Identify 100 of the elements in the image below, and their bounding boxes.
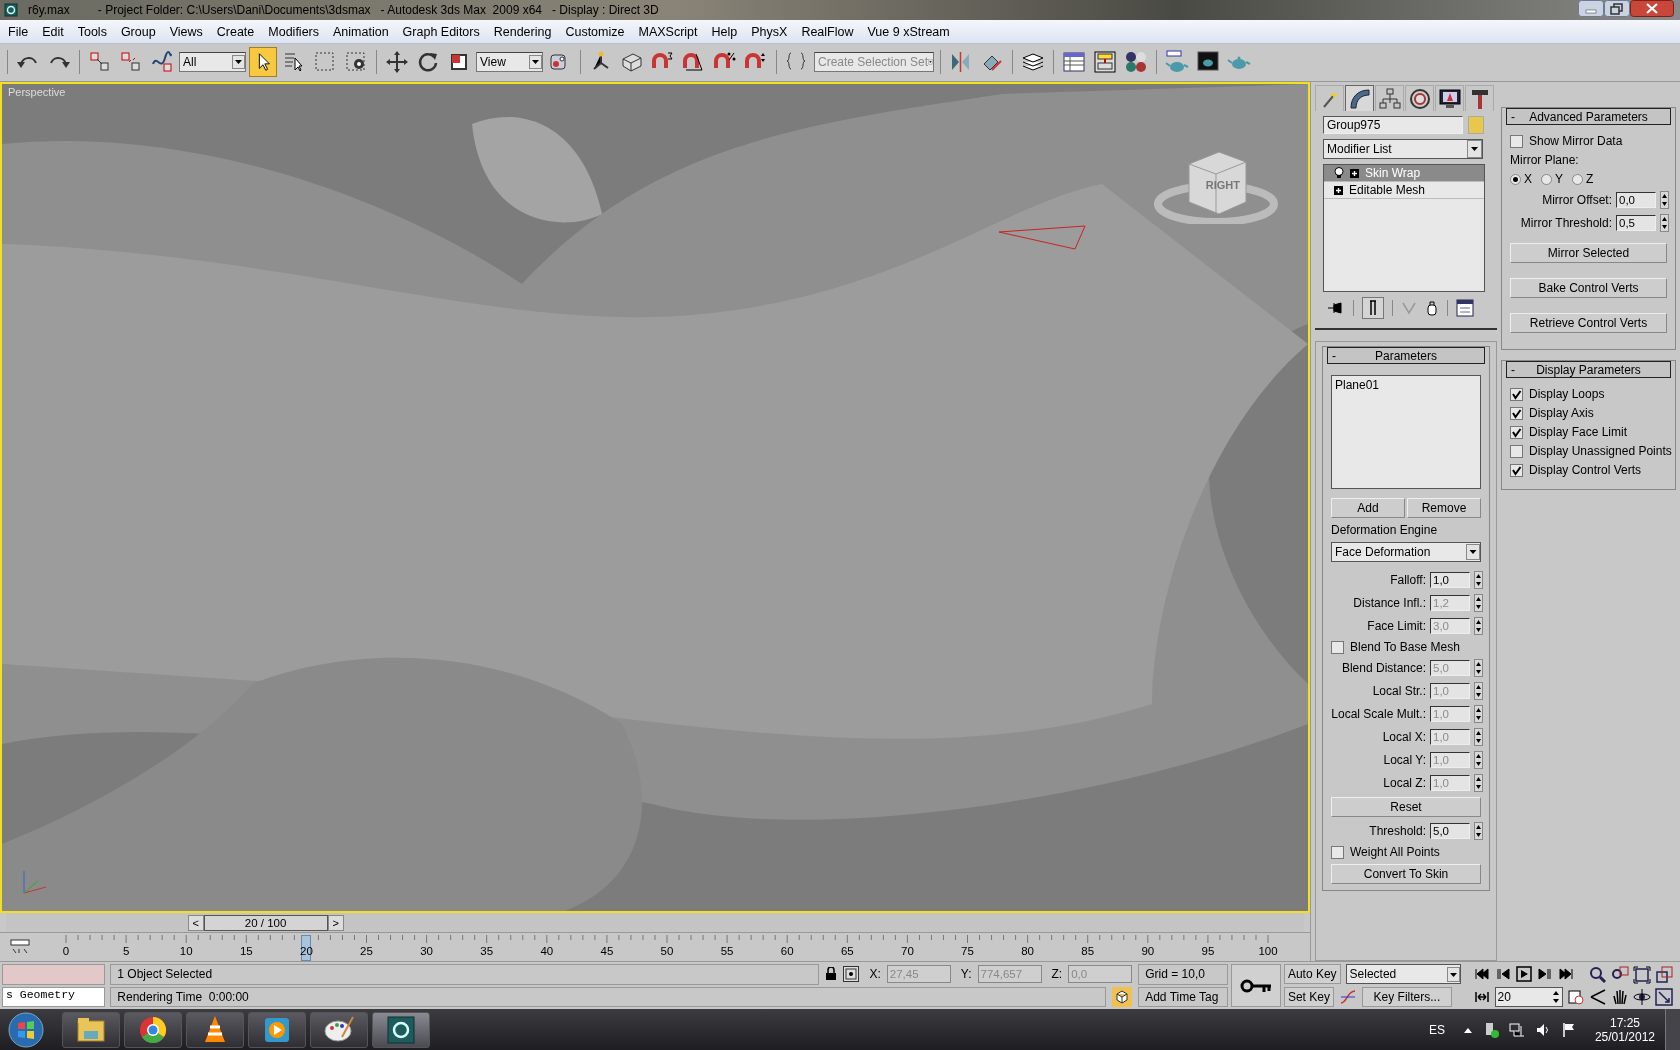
zoom-icon[interactable] (1588, 965, 1607, 984)
checkbox[interactable] (1510, 134, 1523, 148)
menu-item[interactable]: Rendering (493, 24, 552, 39)
play-icon[interactable] (1515, 966, 1532, 983)
menu-item[interactable]: Views (169, 24, 203, 39)
modifier-stack-item[interactable]: Editable Mesh (1324, 182, 1484, 199)
taskbar-button[interactable] (124, 1011, 182, 1048)
list-item[interactable]: Plane01 (1335, 378, 1477, 392)
panel-tab[interactable] (1345, 85, 1374, 111)
spinner-arrows-icon[interactable] (1474, 571, 1483, 589)
collapse-toggle[interactable]: - (1507, 109, 1525, 124)
panel-button[interactable]: Bake Control Verts (1510, 278, 1667, 298)
rollout-header[interactable]: - Advanced Parameters (1506, 108, 1671, 125)
number-field[interactable]: 0,0 (1616, 192, 1656, 208)
deformation-engine-dropdown[interactable]: Face Deformation (1331, 542, 1481, 562)
spinner-arrows-icon[interactable] (1474, 728, 1483, 746)
maxscript-listener-field[interactable]: s Geometry (2, 986, 106, 1007)
auto-key-button[interactable]: Auto Key (1283, 964, 1341, 985)
spinner-arrows-icon[interactable] (1660, 214, 1669, 232)
checkbox[interactable] (1510, 444, 1523, 458)
go-to-start-icon[interactable] (1473, 966, 1490, 983)
number-field[interactable]: 0,5 (1616, 215, 1656, 231)
flag-icon[interactable] (1560, 1021, 1577, 1038)
pan-hand-icon[interactable] (1610, 987, 1629, 1006)
show-end-result-button[interactable] (1362, 297, 1384, 319)
rollout-header[interactable]: - Parameters (1327, 347, 1485, 364)
collapse-toggle[interactable]: - (1507, 362, 1525, 377)
maximize-viewport-icon[interactable] (1654, 987, 1673, 1006)
taskbar-button[interactable] (248, 1011, 306, 1048)
current-frame-field[interactable]: 20 (1494, 986, 1563, 1007)
menu-item[interactable]: Tools (77, 24, 107, 39)
restore-icon[interactable] (1604, 0, 1630, 17)
pin-icon[interactable] (1327, 299, 1345, 317)
remove-button[interactable]: Remove (1407, 498, 1481, 518)
previous-frame-button[interactable]: < (187, 914, 204, 931)
menu-item[interactable]: Customize (565, 24, 625, 39)
tangent-curve-icon[interactable] (1338, 987, 1357, 1006)
set-key-button[interactable] (1231, 964, 1281, 1007)
panel-button[interactable]: Retrieve Control Verts (1510, 313, 1667, 333)
number-field[interactable]: 1,0 (1430, 572, 1470, 588)
menu-item[interactable]: Graph Editors (402, 24, 480, 39)
object-color-swatch[interactable] (1468, 116, 1484, 134)
key-mode-dropdown[interactable]: Selected (1345, 964, 1461, 985)
radio-button[interactable] (1572, 173, 1584, 185)
object-name-field[interactable]: Group975 (1323, 116, 1463, 134)
time-slider-thumb[interactable]: 20 / 100 (203, 914, 328, 931)
collapse-toggle[interactable]: - (1328, 348, 1346, 363)
checkbox[interactable] (1510, 425, 1523, 439)
dropdown[interactable]: All (179, 52, 246, 73)
menu-item[interactable]: Modifiers (268, 24, 319, 39)
taskbar-button[interactable] (372, 1011, 430, 1048)
target-list[interactable]: Plane01 (1331, 375, 1481, 489)
spinner-arrows-icon[interactable] (1474, 774, 1483, 792)
lock-icon[interactable] (825, 967, 838, 982)
start-button-icon[interactable] (8, 1011, 44, 1048)
menu-item[interactable]: Animation (333, 24, 389, 39)
add-button[interactable]: Add (1331, 498, 1405, 518)
menu-item[interactable]: File (8, 24, 29, 39)
time-configuration-icon[interactable] (1567, 988, 1584, 1005)
radio-button[interactable] (1510, 173, 1521, 185)
menu-item[interactable]: MAXScript (638, 24, 698, 39)
menu-item[interactable]: RealFlow (801, 24, 854, 39)
checkbox[interactable] (1331, 640, 1344, 654)
modifier-list-dropdown[interactable]: Modifier List (1323, 139, 1483, 159)
time-slider[interactable]: < 20 / 100 > (6, 913, 1304, 933)
panel-tab[interactable] (1465, 85, 1494, 111)
radio-button[interactable] (1541, 173, 1552, 185)
menu-item[interactable]: Create (216, 24, 255, 39)
add-time-tag-button[interactable]: Add Time Tag (1138, 986, 1229, 1007)
curve-editor-toggle-icon[interactable] (10, 939, 30, 955)
zoom-extents-all-icon[interactable] (1654, 965, 1673, 984)
zoom-extents-icon[interactable] (1632, 965, 1651, 984)
panel-button[interactable]: Convert To Skin (1331, 864, 1481, 884)
network-icon[interactable] (1508, 1021, 1525, 1038)
checkbox[interactable] (1510, 387, 1523, 401)
spinner-arrows-icon[interactable] (1474, 682, 1483, 700)
spinner-arrows-icon[interactable] (1474, 617, 1483, 635)
number-field[interactable]: 5,0 (1430, 823, 1470, 839)
menu-item[interactable]: Edit (42, 24, 64, 39)
taskbar-button[interactable] (186, 1011, 244, 1048)
set-key-mode-button[interactable]: Set Key (1283, 986, 1334, 1007)
spinner-arrows-icon[interactable] (1474, 705, 1483, 723)
taskbar-button[interactable] (310, 1011, 368, 1048)
checkbox[interactable] (1510, 406, 1523, 420)
taskbar-button[interactable] (62, 1011, 120, 1048)
spinner-arrows-icon[interactable] (1474, 751, 1483, 769)
previous-frame-icon[interactable] (1494, 966, 1511, 983)
panel-button[interactable]: Mirror Selected (1510, 243, 1667, 263)
menu-item[interactable]: Help (711, 24, 738, 39)
remove-modifier-icon[interactable] (1425, 300, 1439, 316)
spinner-arrows-icon[interactable] (1660, 191, 1669, 209)
key-filters-button[interactable]: Key Filters... (1361, 986, 1452, 1007)
next-frame-icon[interactable] (1536, 966, 1553, 983)
menu-item[interactable]: PhysX (751, 24, 788, 39)
dropdown[interactable]: View (476, 52, 543, 73)
language-indicator[interactable]: ES (1428, 1022, 1445, 1037)
menu-item[interactable]: Group (120, 24, 156, 39)
checkbox[interactable] (1510, 463, 1523, 477)
menu-item[interactable]: Vue 9 xStream (867, 24, 950, 39)
spinner-arrows-icon[interactable] (1474, 594, 1483, 612)
